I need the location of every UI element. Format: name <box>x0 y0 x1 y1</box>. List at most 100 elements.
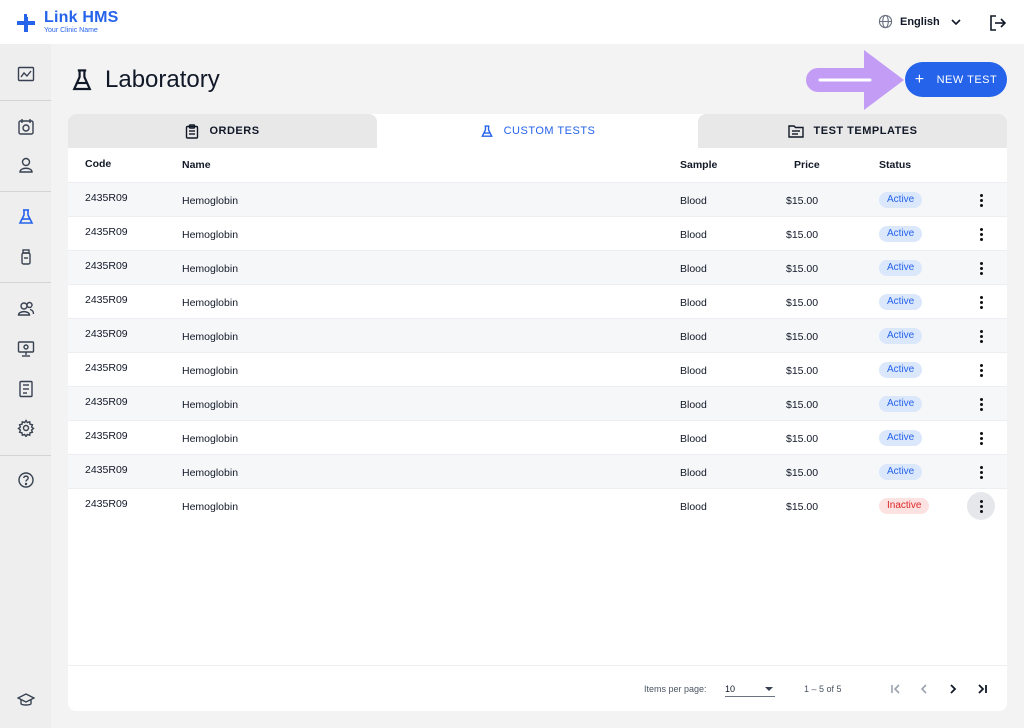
row-menu-button[interactable] <box>967 254 995 282</box>
tab-label: CUSTOM TESTS <box>503 125 596 137</box>
row-menu-button[interactable] <box>967 322 995 350</box>
sidebar <box>0 44 51 728</box>
more-vertical-icon <box>979 402 983 406</box>
table-row[interactable]: 2435R09 Hemoglobin Blood $15.00 Inactive <box>68 488 1007 522</box>
users-icon <box>17 301 34 316</box>
flask-icon <box>72 69 92 91</box>
cell-sample: Blood <box>680 467 707 479</box>
items-per-page-label: Items per page: <box>644 684 707 694</box>
cell-code: 2435R09 <box>85 362 128 374</box>
table-row[interactable]: 2435R09 Hemoglobin Blood $15.00 Active <box>68 284 1007 318</box>
cell-name: Hemoglobin <box>182 331 239 343</box>
status-badge: Active <box>879 328 923 344</box>
more-vertical-icon <box>979 436 983 440</box>
sidebar-item-laboratory[interactable] <box>0 200 51 234</box>
table-row[interactable]: 2435R09 Hemoglobin Blood $15.00 Active <box>68 216 1007 250</box>
help-icon <box>17 472 34 488</box>
first-page-button[interactable] <box>887 680 905 698</box>
sidebar-item-staff[interactable] <box>0 292 51 326</box>
sidebar-item-reports[interactable] <box>0 372 51 406</box>
tab-orders[interactable]: ORDERS <box>68 114 377 148</box>
sidebar-item-help[interactable] <box>0 463 51 497</box>
chart-icon <box>17 66 34 82</box>
tab-label: TEST TEMPLATES <box>813 125 918 137</box>
cell-name: Hemoglobin <box>182 263 239 275</box>
caret-down-icon <box>765 687 773 691</box>
status-badge: Active <box>879 430 923 446</box>
tab-test-templates[interactable]: TEST TEMPLATES <box>698 114 1007 148</box>
cell-name: Hemoglobin <box>182 365 239 377</box>
app-logo[interactable]: Link HMS Your Clinic Name <box>16 9 119 35</box>
new-test-button[interactable]: + NEW TEST <box>905 62 1007 97</box>
main-content: Laboratory + NEW TEST ORDERS CUSTOM TEST… <box>51 44 1024 728</box>
previous-page-button[interactable] <box>915 680 933 698</box>
table-header: Code Name Sample Price Status <box>68 148 1007 182</box>
more-vertical-icon <box>979 334 983 338</box>
table-row[interactable]: 2435R09 Hemoglobin Blood $15.00 Active <box>68 420 1007 454</box>
table-row[interactable]: 2435R09 Hemoglobin Blood $15.00 Active <box>68 318 1007 352</box>
cell-price: $15.00 <box>786 195 819 207</box>
app-name: Link HMS <box>44 9 119 26</box>
sidebar-item-pharmacy[interactable] <box>0 240 51 274</box>
column-header-sample[interactable]: Sample <box>680 159 717 171</box>
table-row[interactable]: 2435R09 Hemoglobin Blood $15.00 Active <box>68 352 1007 386</box>
sidebar-item-patients[interactable] <box>0 148 51 182</box>
first-page-icon <box>891 684 900 694</box>
next-page-button[interactable] <box>944 680 962 698</box>
more-vertical-icon <box>979 504 983 508</box>
monitor-icon <box>17 341 34 357</box>
more-vertical-icon <box>979 300 983 304</box>
row-menu-button[interactable] <box>967 288 995 316</box>
pagination-bar: Items per page: 10 1 – 5 of 5 <box>68 665 1007 711</box>
row-menu-button[interactable] <box>967 492 995 520</box>
row-menu-button[interactable] <box>967 424 995 452</box>
cell-sample: Blood <box>680 297 707 309</box>
cell-price: $15.00 <box>786 263 819 275</box>
new-test-label: NEW TEST <box>936 73 998 86</box>
row-menu-button[interactable] <box>967 220 995 248</box>
status-badge: Active <box>879 362 923 378</box>
calendar-icon <box>17 119 34 135</box>
last-page-button[interactable] <box>973 680 991 698</box>
items-per-page-value: 10 <box>725 684 736 694</box>
status-badge: Active <box>879 192 923 208</box>
sidebar-item-settings[interactable] <box>0 411 51 445</box>
more-vertical-icon <box>979 368 983 372</box>
language-selector[interactable]: English <box>878 14 962 29</box>
tab-label: ORDERS <box>209 125 260 137</box>
row-menu-button[interactable] <box>967 186 995 214</box>
cell-code: 2435R09 <box>85 260 128 272</box>
sidebar-item-dashboard[interactable] <box>0 57 51 91</box>
cell-code: 2435R09 <box>85 328 128 340</box>
table-row[interactable]: 2435R09 Hemoglobin Blood $15.00 Active <box>68 454 1007 488</box>
status-badge: Active <box>879 260 923 276</box>
table-row[interactable]: 2435R09 Hemoglobin Blood $15.00 Active <box>68 182 1007 216</box>
cell-sample: Blood <box>680 399 707 411</box>
items-per-page-select[interactable]: 10 <box>725 680 775 697</box>
cell-name: Hemoglobin <box>182 195 239 207</box>
sidebar-item-learn[interactable] <box>0 683 51 717</box>
report-icon <box>18 380 33 398</box>
graduation-icon <box>16 693 35 706</box>
column-header-name[interactable]: Name <box>182 159 211 171</box>
row-menu-button[interactable] <box>967 390 995 418</box>
cell-sample: Blood <box>680 365 707 377</box>
sidebar-item-appointments[interactable] <box>0 110 51 144</box>
cell-price: $15.00 <box>786 229 819 241</box>
logo-cross-icon <box>17 14 35 32</box>
column-header-price[interactable]: Price <box>794 159 820 171</box>
column-header-status[interactable]: Status <box>879 159 911 171</box>
row-menu-button[interactable] <box>967 356 995 384</box>
column-header-code[interactable]: Code <box>85 158 111 170</box>
row-menu-button[interactable] <box>967 458 995 486</box>
more-vertical-icon <box>979 470 983 474</box>
sidebar-item-monitor[interactable] <box>0 332 51 366</box>
cell-sample: Blood <box>680 433 707 445</box>
table-row[interactable]: 2435R09 Hemoglobin Blood $15.00 Active <box>68 386 1007 420</box>
logout-icon[interactable] <box>989 14 1007 32</box>
tab-custom-tests[interactable]: CUSTOM TESTS <box>383 114 692 148</box>
status-badge: Active <box>879 294 923 310</box>
table-row[interactable]: 2435R09 Hemoglobin Blood $15.00 Active <box>68 250 1007 284</box>
cell-price: $15.00 <box>786 399 819 411</box>
last-page-icon <box>978 684 987 694</box>
